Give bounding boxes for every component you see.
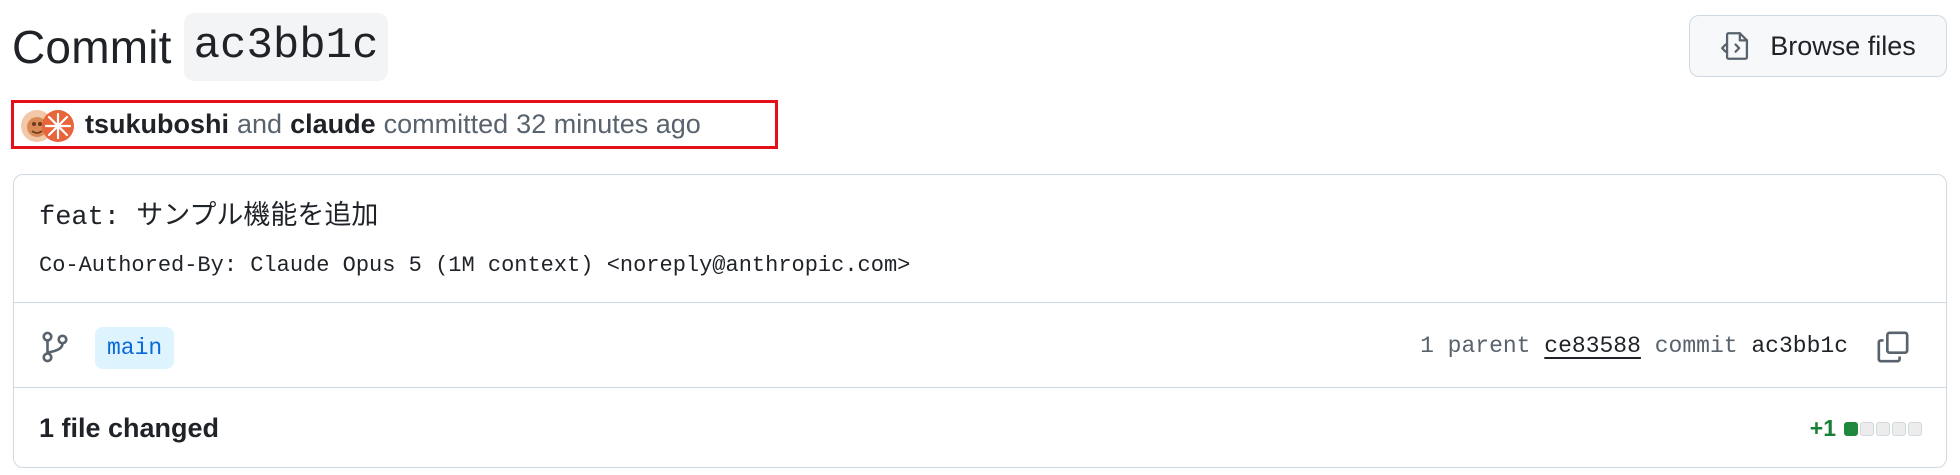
page-title-word: Commit bbox=[12, 21, 172, 73]
diffstat-block-added bbox=[1844, 421, 1858, 436]
commit-action: committed bbox=[383, 109, 509, 139]
parent-count-label: 1 parent bbox=[1420, 333, 1531, 359]
diffstat-block-neutral bbox=[1876, 421, 1890, 436]
author-text: tsukuboshi and claude committed 32 minut… bbox=[85, 103, 701, 146]
parent-sha-link[interactable]: ce83588 bbox=[1544, 333, 1641, 359]
avatar-claude[interactable] bbox=[42, 110, 74, 142]
author-link-claude[interactable]: claude bbox=[290, 109, 376, 140]
additions-count: +1 bbox=[1809, 415, 1836, 441]
branch-link-main[interactable]: main bbox=[95, 327, 175, 369]
commit-parents: 1 parent ce83588 commit ac3bb1c bbox=[1420, 333, 1848, 359]
author-link-tsukuboshi[interactable]: tsukuboshi bbox=[85, 109, 229, 140]
author-avatars bbox=[20, 108, 84, 144]
author-joiner: and bbox=[237, 109, 283, 139]
browse-files-label: Browse files bbox=[1770, 30, 1916, 61]
divider bbox=[14, 387, 1946, 388]
copy-icon[interactable] bbox=[1876, 329, 1910, 365]
diffstat-block-neutral bbox=[1908, 421, 1922, 436]
file-code-icon bbox=[1721, 32, 1749, 60]
git-branch-icon bbox=[42, 331, 68, 363]
page-title: Commit ac3bb1c bbox=[12, 12, 389, 82]
commit-sha-title: ac3bb1c bbox=[183, 13, 389, 81]
commit-message-title: feat: サンプル機能を追加 bbox=[39, 203, 379, 233]
diffstat: +1 bbox=[1810, 415, 1922, 442]
commit-time[interactable]: 32 minutes ago bbox=[516, 109, 701, 140]
commit-details-box: feat: サンプル機能を追加 Co-Authored-By: Claude O… bbox=[13, 174, 1947, 468]
files-changed-summary: 1 file changed bbox=[39, 413, 220, 443]
commit-sha: ac3bb1c bbox=[1751, 333, 1848, 359]
diffstat-block-neutral bbox=[1860, 421, 1874, 436]
diffstat-blocks bbox=[1844, 421, 1922, 436]
commit-label: commit bbox=[1654, 333, 1738, 359]
browse-files-button[interactable]: Browse files bbox=[1689, 15, 1947, 77]
commit-message-body: Co-Authored-By: Claude Opus 5 (1M contex… bbox=[39, 253, 911, 278]
divider bbox=[14, 302, 1946, 303]
author-line: tsukuboshi and claude committed 32 minut… bbox=[11, 100, 778, 149]
diffstat-block-neutral bbox=[1892, 421, 1906, 436]
